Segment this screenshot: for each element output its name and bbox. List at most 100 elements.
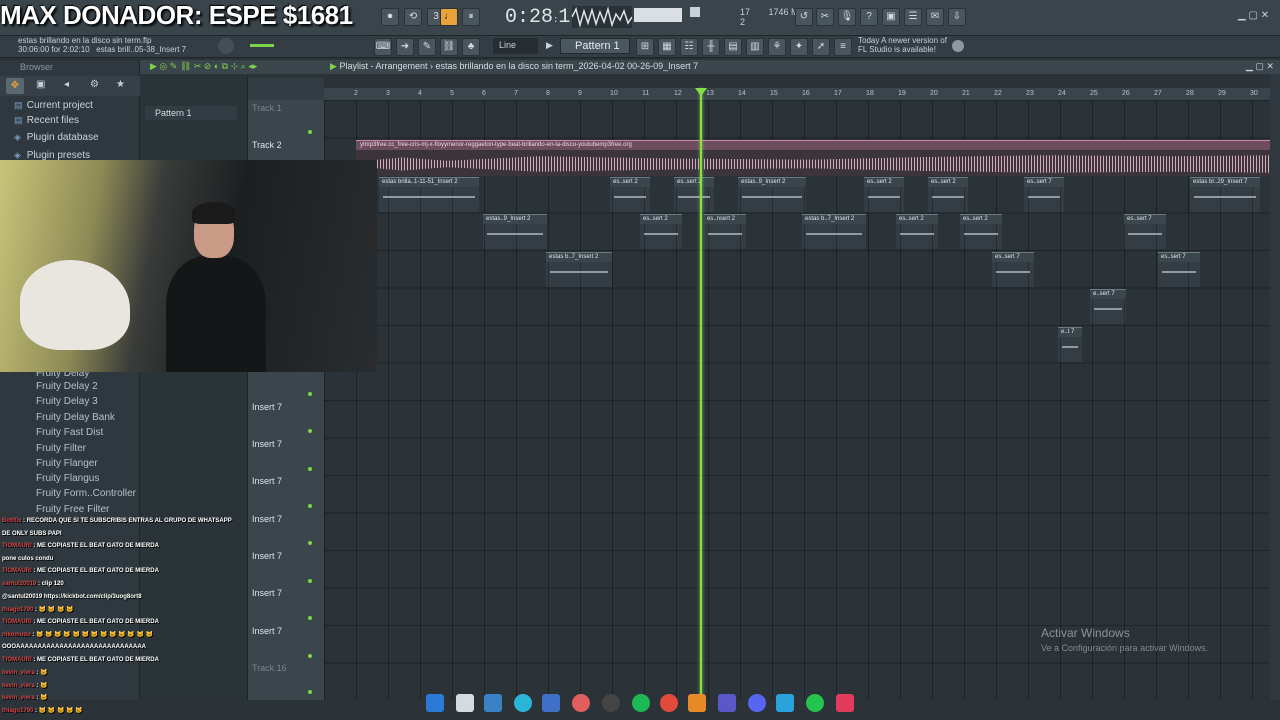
chat-username[interactable]: thiago1790	[2, 708, 33, 714]
save-icon[interactable]: ▣	[882, 8, 900, 26]
pattern-clip[interactable]: es..sert 2	[610, 177, 650, 212]
store-icon[interactable]	[542, 694, 560, 712]
fl-studio-icon[interactable]	[688, 694, 706, 712]
track-label[interactable]: Insert 7	[252, 402, 282, 412]
plugin-item[interactable]: Fruity Delay 3	[36, 396, 98, 407]
browser-item-plugin-database[interactable]: ◈ Plugin database	[14, 132, 99, 143]
track-enable-dot[interactable]	[308, 579, 312, 583]
download-icon[interactable]: ⇩	[948, 8, 966, 26]
browser-item-recent-files[interactable]: ▤ Recent files	[14, 115, 79, 126]
edge-icon[interactable]	[514, 694, 532, 712]
plugin-item[interactable]: Fruity Flanger	[36, 458, 98, 469]
windows-start-icon[interactable]	[426, 694, 444, 712]
pattern-clip[interactable]: es..sert 2	[960, 214, 1002, 249]
pattern-clip[interactable]: es..sert 2	[928, 177, 968, 212]
play-pattern-icon[interactable]: ▶	[546, 40, 553, 51]
playhead[interactable]	[700, 88, 702, 700]
news-icon[interactable]: ≡	[834, 38, 852, 56]
track-enable-dot[interactable]	[308, 429, 312, 433]
pattern-clip[interactable]: es..sert 2	[864, 177, 904, 212]
track-enable-dot[interactable]	[308, 467, 312, 471]
pencil-icon[interactable]: ✎	[418, 38, 436, 56]
audio-clip[interactable]: ytmp3free.cc_free-cris-mj-x-floyymenor-r…	[356, 140, 1270, 176]
playhead-marker-icon[interactable]	[695, 88, 707, 96]
track-label[interactable]: Insert 7	[252, 439, 282, 449]
plugin-item[interactable]: Fruity Flangus	[36, 473, 99, 484]
obs-icon[interactable]	[572, 694, 590, 712]
mixer-icon[interactable]: ☰	[904, 8, 922, 26]
plugin-item[interactable]: Fruity Filter	[36, 443, 86, 454]
chat-username[interactable]: TIOMAURI	[2, 619, 32, 625]
master-volume-slider[interactable]	[634, 8, 682, 22]
whatsapp-icon[interactable]	[806, 694, 824, 712]
discord-icon[interactable]	[748, 694, 766, 712]
mixer-view-icon[interactable]: ╫	[702, 38, 720, 56]
playlist-window-controls[interactable]: ▁ ▢ ✕	[1246, 61, 1274, 72]
plugin-item[interactable]: Fruity Fast Dist	[36, 427, 103, 438]
chat-username[interactable]: nikomudo	[2, 632, 31, 638]
pattern-clip[interactable]: estas..9_Insert 2	[483, 214, 547, 249]
tiktok-icon[interactable]	[836, 694, 854, 712]
pattern-clip[interactable]: es..sert 2	[896, 214, 938, 249]
chat-username[interactable]: kevin_viera	[2, 695, 35, 701]
pattern-clip[interactable]: es..sert 2	[640, 214, 682, 249]
track-enable-dot[interactable]	[308, 541, 312, 545]
plugin-item[interactable]: Fruity Free Filter	[36, 504, 109, 515]
pattern-clip[interactable]: estas b..7_Insert 2	[802, 214, 866, 249]
chat-username[interactable]: thiago1790	[2, 607, 33, 613]
browser-star-icon[interactable]: ★	[116, 79, 125, 90]
app-icon[interactable]	[602, 694, 620, 712]
track-enable-dot[interactable]	[308, 654, 312, 658]
chat-username[interactable]: TIOMAURI	[2, 657, 32, 663]
update-icon[interactable]	[952, 40, 964, 52]
chat-username[interactable]: BotRix	[2, 518, 21, 524]
undo-icon[interactable]: ↺	[795, 8, 813, 26]
pattern-clip[interactable]: es..sert 7	[1124, 214, 1166, 249]
browser-item-current-project[interactable]: ▤ Current project	[14, 100, 93, 111]
snap-select[interactable]: Line	[493, 38, 538, 54]
plugin-icon[interactable]: ⚘	[768, 38, 786, 56]
browser-back-icon[interactable]: ◂	[64, 79, 69, 90]
chat-username[interactable]: santul20019	[2, 581, 36, 587]
pattern-clip[interactable]: estas br..29_Insert 7	[1190, 177, 1260, 212]
playlist-icon[interactable]: ☷	[680, 38, 698, 56]
track-label[interactable]: Insert 7	[252, 476, 282, 486]
pattern-selector[interactable]: Pattern 1	[560, 38, 630, 54]
pattern-clip[interactable]: es..sert 7	[992, 252, 1034, 287]
pattern-clip[interactable]: es..nsert 2	[704, 214, 746, 249]
stamp-icon[interactable]: ♣	[462, 38, 480, 56]
track-label[interactable]: Track 1	[252, 103, 282, 113]
chat-username[interactable]: TIOMAURI	[2, 543, 32, 549]
plugin-item[interactable]: Fruity Delay 2	[36, 381, 98, 392]
track-enable-dot[interactable]	[308, 392, 312, 396]
news-panel[interactable]: Today A newer version of FL Studio is av…	[858, 36, 947, 54]
chat-icon[interactable]: ✉	[926, 8, 944, 26]
chat-username[interactable]: TIOMAURI	[2, 568, 32, 574]
track-enable-dot[interactable]	[308, 504, 312, 508]
link-icon[interactable]: ⛓	[440, 38, 458, 56]
plugin-item[interactable]: Fruity Delay Bank	[36, 412, 115, 423]
timeline-ruler[interactable]: 2 3 4 5 6 7 8 9 10 11 12 13 14 15 16 17 18 19 20 21 22 23 24 25…	[324, 88, 1270, 100]
track-enable-dot[interactable]	[308, 130, 312, 134]
pattern-clip[interactable]: estas b..7_Insert 2	[546, 252, 612, 287]
pattern-list-item[interactable]: Pattern 1	[145, 106, 237, 120]
browser-gear-icon[interactable]: ⚙	[90, 79, 99, 90]
chat-username[interactable]: kevin_viera	[2, 670, 35, 676]
record-icon[interactable]: ⏺	[381, 8, 399, 26]
pattern-clip[interactable]: es..sert 7	[1024, 177, 1064, 212]
step-seq-icon[interactable]: ▦	[658, 38, 676, 56]
track-enable-dot[interactable]	[308, 616, 312, 620]
browser-icon[interactable]: ▥	[746, 38, 764, 56]
vertical-scrollbar[interactable]	[1270, 74, 1280, 700]
file-explorer-icon[interactable]	[456, 694, 474, 712]
export-icon[interactable]: ➚	[812, 38, 830, 56]
plugin-item[interactable]: Fruity Form..Controller	[36, 488, 136, 499]
browser-file-icon[interactable]: ▣	[36, 79, 45, 90]
mic-icon[interactable]: 🎙	[838, 8, 856, 26]
piano-roll-icon[interactable]: ⌨	[374, 38, 392, 56]
browser-collapse-icon[interactable]: ✥	[6, 78, 24, 94]
channel-rack-icon[interactable]: ▤	[724, 38, 742, 56]
telegram-icon[interactable]	[776, 694, 794, 712]
pattern-clip[interactable]: estas..9_Insert 2	[738, 177, 806, 212]
chat-username[interactable]: kevin_viera	[2, 683, 35, 689]
